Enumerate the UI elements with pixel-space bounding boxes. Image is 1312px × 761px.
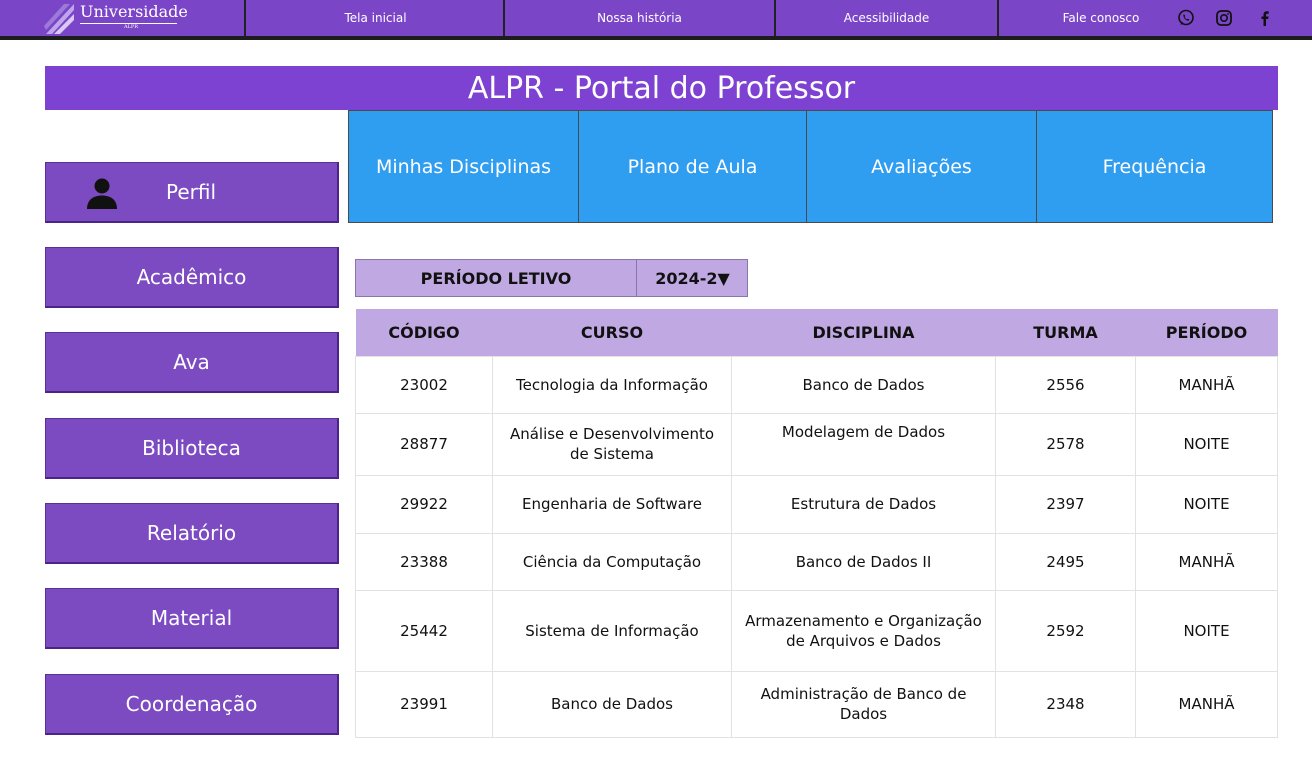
cell-curso: Sistema de Informação	[492, 589, 732, 672]
cell-periodo: NOITE	[1135, 589, 1278, 672]
nav-link-tela-inicial[interactable]: Tela inicial	[248, 0, 503, 36]
tab-frequencia[interactable]: Frequência	[1036, 110, 1273, 223]
nav-link-acessibilidade[interactable]: Acessibilidade	[776, 0, 997, 36]
logo-subtext: ALPR	[124, 24, 139, 30]
cell-disciplina: Estrutura de Dados	[731, 474, 996, 534]
cell-curso: Engenharia de Software	[492, 474, 732, 534]
cell-disciplina: Administração de Banco de Dados	[731, 670, 996, 738]
nav-link-fale-conosco[interactable]: Fale conosco	[1040, 0, 1162, 36]
sidebar-item-biblioteca[interactable]: Biblioteca	[45, 418, 339, 479]
cell-turma: 2592	[995, 589, 1136, 672]
cell-codigo: 23002	[355, 355, 493, 414]
column-header-codigo: CÓDIGO	[355, 309, 493, 356]
cell-disciplina: Banco de Dados	[731, 355, 996, 414]
cell-periodo: MANHÃ	[1135, 355, 1278, 414]
sidebar-item-coordenacao[interactable]: Coordenação	[45, 674, 339, 735]
cell-disciplina: Banco de Dados II	[731, 532, 996, 591]
tab-minhas-disciplinas[interactable]: Minhas Disciplinas	[348, 110, 579, 223]
cell-codigo: 23388	[355, 532, 493, 591]
facebook-icon[interactable]	[1256, 9, 1274, 27]
nav-divider	[997, 0, 999, 36]
sidebar-item-ava[interactable]: Ava	[45, 332, 339, 393]
cell-codigo: 23991	[355, 670, 493, 738]
sidebar-item-material[interactable]: Material	[45, 588, 339, 649]
cell-curso: Banco de Dados	[492, 670, 732, 738]
cell-curso: Análise e Desenvolvimento de Sistema	[492, 412, 732, 476]
nav-link-nossa-historia[interactable]: Nossa história	[505, 0, 774, 36]
university-logo[interactable]: Universidade ALPR	[0, 0, 246, 36]
column-header-periodo: PERÍODO	[1135, 309, 1278, 356]
top-navigation: Universidade ALPR Tela inicial Nossa his…	[0, 0, 1312, 40]
instagram-icon[interactable]	[1215, 9, 1233, 27]
cell-turma: 2397	[995, 474, 1136, 534]
cell-turma: 2556	[995, 355, 1136, 414]
table-row[interactable]: 23388 Ciência da Computação Banco de Dad…	[355, 532, 1278, 591]
cell-disciplina: Modelagem de Dados	[731, 412, 996, 476]
column-header-disciplina: DISCIPLINA	[731, 309, 996, 356]
periodo-letivo-selector: PERÍODO LETIVO 2024-2▼	[355, 259, 748, 297]
cell-turma: 2495	[995, 532, 1136, 591]
logo-swoosh-icon	[44, 4, 74, 34]
cell-codigo: 29922	[355, 474, 493, 534]
cell-turma: 2578	[995, 412, 1136, 476]
whatsapp-icon[interactable]	[1177, 9, 1195, 27]
table-header-row: CÓDIGO CURSO DISCIPLINA TURMA PERÍODO	[355, 309, 1278, 356]
cell-periodo: MANHÃ	[1135, 532, 1278, 591]
column-header-curso: CURSO	[492, 309, 732, 356]
table-row[interactable]: 23991 Banco de Dados Administração de Ba…	[355, 670, 1278, 738]
cell-codigo: 28877	[355, 412, 493, 476]
sidebar-item-label: Perfil	[166, 180, 217, 204]
cell-periodo: NOITE	[1135, 412, 1278, 476]
disciplines-table: CÓDIGO CURSO DISCIPLINA TURMA PERÍODO 23…	[355, 309, 1278, 738]
cell-codigo: 25442	[355, 589, 493, 672]
column-header-turma: TURMA	[995, 309, 1136, 356]
cell-curso: Ciência da Computação	[492, 532, 732, 591]
cell-curso: Tecnologia da Informação	[492, 355, 732, 414]
user-icon	[87, 178, 117, 209]
logo-text: Universidade	[80, 2, 188, 21]
tab-plano-de-aula[interactable]: Plano de Aula	[578, 110, 807, 223]
table-row[interactable]: 28877 Análise e Desenvolvimento de Siste…	[355, 412, 1278, 476]
table-row[interactable]: 25442 Sistema de Informação Armazenament…	[355, 589, 1278, 672]
cell-periodo: MANHÃ	[1135, 670, 1278, 738]
cell-turma: 2348	[995, 670, 1136, 738]
table-row[interactable]: 23002 Tecnologia da Informação Banco de …	[355, 355, 1278, 414]
table-row[interactable]: 29922 Engenharia de Software Estrutura d…	[355, 474, 1278, 534]
cell-periodo: NOITE	[1135, 474, 1278, 534]
periodo-letivo-label: PERÍODO LETIVO	[356, 260, 637, 296]
cell-disciplina: Armazenamento e Organização de Arquivos …	[731, 589, 996, 672]
sidebar-item-academico[interactable]: Acadêmico	[45, 247, 339, 308]
periodo-letivo-dropdown[interactable]: 2024-2▼	[638, 260, 747, 296]
sidebar-item-perfil[interactable]: Perfil	[45, 162, 339, 223]
tab-avaliacoes[interactable]: Avaliações	[806, 110, 1037, 223]
sidebar-item-relatorio[interactable]: Relatório	[45, 503, 339, 564]
page-title-banner: ALPR - Portal do Professor	[45, 66, 1278, 110]
